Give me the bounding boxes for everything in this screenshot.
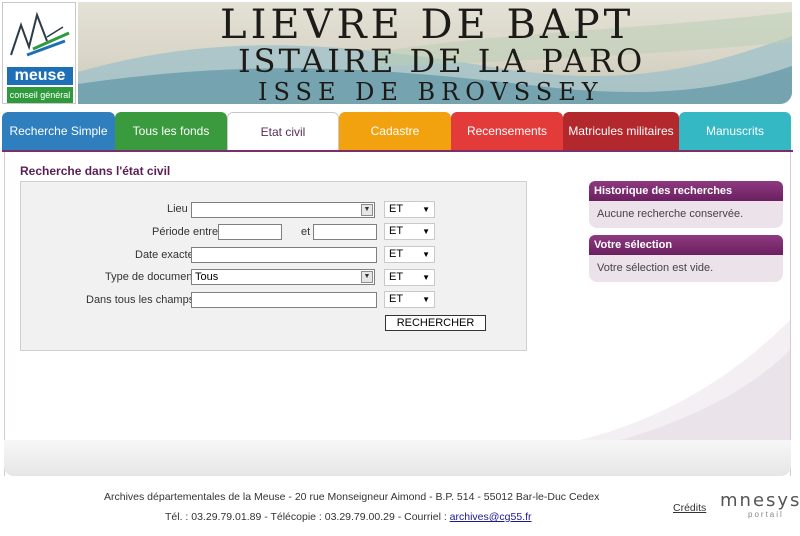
- periode-end-input[interactable]: [313, 224, 377, 240]
- banner-text-line-3: ISSE DE BROVSSEY: [258, 78, 604, 104]
- mnesys-logo[interactable]: mnesys portail: [720, 490, 799, 522]
- operator-value: ET: [389, 271, 404, 283]
- all-fields-operator-select[interactable]: ET ▼: [384, 291, 435, 308]
- tab-recensements[interactable]: Recensements: [451, 112, 563, 151]
- all-fields-label: Dans tous les champs: [86, 294, 195, 306]
- caret-down-icon: ▼: [422, 227, 430, 236]
- footer-contact: Tél. : 03.29.79.01.89 - Télécopie : 03.2…: [165, 511, 532, 523]
- chevron-down-icon: ▼: [361, 271, 373, 283]
- tab-cadastre[interactable]: Cadastre: [339, 112, 451, 151]
- lieu-operator-select[interactable]: ET ▼: [384, 201, 435, 218]
- manuscript-banner: LIEVRE DE BAPT ISTAIRE DE LA PARO ISSE D…: [78, 2, 792, 104]
- operator-value: ET: [389, 203, 404, 215]
- header: meuse conseil général LIEVRE DE BAPT IST…: [0, 0, 800, 106]
- history-body: Aucune recherche conservée.: [589, 201, 783, 228]
- decorative-swoosh: [580, 320, 790, 440]
- selection-panel: Votre sélection Votre sélection est vide…: [589, 235, 783, 282]
- credits-link[interactable]: Crédits: [673, 502, 706, 514]
- all-fields-input[interactable]: [191, 292, 377, 308]
- operator-value: ET: [389, 225, 404, 237]
- search-button[interactable]: RECHERCHER: [385, 315, 486, 331]
- logo-word: meuse: [7, 67, 73, 85]
- date-exacte-input[interactable]: [191, 247, 377, 263]
- footer-address: Archives départementales de la Meuse - 2…: [104, 491, 600, 503]
- type-label: Type de document: [105, 271, 196, 283]
- tab-matricules-militaires[interactable]: Matricules militaires: [563, 112, 679, 151]
- selection-title: Votre sélection: [589, 235, 783, 255]
- main-tabs: Recherche Simple Tous les fonds Etat civ…: [2, 112, 791, 151]
- chevron-down-icon: ▼: [361, 204, 373, 216]
- mnesys-subtitle: portail: [748, 510, 784, 519]
- caret-down-icon: ▼: [422, 250, 430, 259]
- lieu-label: Lieu: [167, 203, 188, 215]
- type-value: Tous: [195, 271, 219, 283]
- date-label: Date exacte: [135, 249, 194, 261]
- banner-text-line-2: ISTAIRE DE LA PARO: [238, 42, 646, 80]
- tab-etat-civil[interactable]: Etat civil: [227, 112, 339, 151]
- entre-label: entre: [193, 226, 219, 238]
- type-operator-select[interactable]: ET ▼: [384, 269, 435, 286]
- logo-subtitle: conseil général: [7, 87, 73, 103]
- tab-recherche-simple[interactable]: Recherche Simple: [2, 112, 115, 151]
- date-operator-select[interactable]: ET ▼: [384, 246, 435, 263]
- type-document-select[interactable]: Tous ▼: [191, 269, 375, 285]
- operator-value: ET: [389, 248, 404, 260]
- history-panel: Historique des recherches Aucune recherc…: [589, 181, 783, 228]
- tab-manuscrits[interactable]: Manuscrits: [679, 112, 791, 151]
- lieu-select[interactable]: ▼: [191, 202, 375, 218]
- main-panel-footer-band: [4, 440, 791, 476]
- caret-down-icon: ▼: [422, 273, 430, 282]
- operator-value: ET: [389, 293, 404, 305]
- email-link[interactable]: archives@cg55.fr: [450, 511, 532, 523]
- caret-down-icon: ▼: [422, 295, 430, 304]
- history-title: Historique des recherches: [589, 181, 783, 201]
- et-label: et: [301, 226, 311, 238]
- periode-operator-select[interactable]: ET ▼: [384, 223, 435, 240]
- periode-start-input[interactable]: [218, 224, 282, 240]
- periode-label: Période: [152, 226, 190, 238]
- page-title: Recherche dans l'état civil: [20, 164, 171, 178]
- logo-emblem-icon: [10, 11, 70, 57]
- caret-down-icon: ▼: [422, 205, 430, 214]
- footer-phone: Tél. : 03.29.79.01.89 - Télécopie : 03.2…: [165, 511, 450, 523]
- tab-tous-les-fonds[interactable]: Tous les fonds: [115, 112, 227, 151]
- selection-body: Votre sélection est vide.: [589, 255, 783, 282]
- meuse-logo[interactable]: meuse conseil général: [2, 2, 76, 104]
- mnesys-word: mnesys: [720, 490, 800, 511]
